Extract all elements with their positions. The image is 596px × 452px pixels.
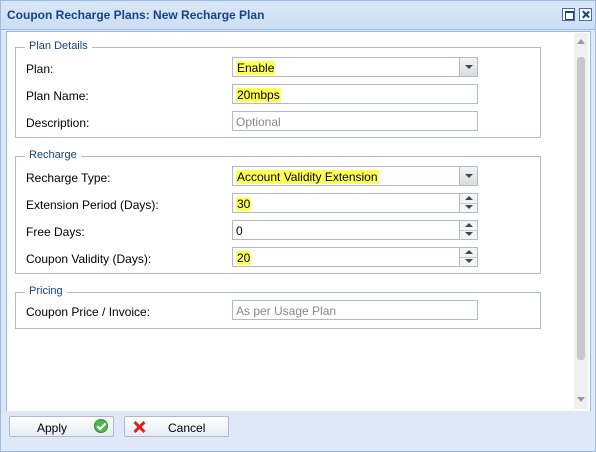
check-circle-icon xyxy=(94,419,108,433)
free-days-label: Free Days: xyxy=(26,225,85,239)
plan-name-value: 20mbps xyxy=(236,88,281,102)
spin-down-icon[interactable] xyxy=(460,257,477,266)
spinner xyxy=(459,194,477,212)
close-icon[interactable] xyxy=(579,8,592,21)
plan-label: Plan: xyxy=(26,62,54,76)
plan-select[interactable]: Enable xyxy=(232,57,478,77)
scroll-down-icon[interactable] xyxy=(577,397,585,402)
spin-down-icon[interactable] xyxy=(460,230,477,239)
window-title: Coupon Recharge Plans: New Recharge Plan xyxy=(7,8,265,22)
description-input[interactable]: Optional xyxy=(232,111,478,131)
chevron-down-icon[interactable] xyxy=(459,167,477,185)
cancel-button[interactable]: Cancel xyxy=(124,416,229,437)
footer-toolbar: Apply Cancel xyxy=(1,411,595,451)
description-placeholder: Optional xyxy=(236,115,281,129)
free-days-value: 0 xyxy=(236,224,243,238)
recharge-type-label: Recharge Type: xyxy=(26,171,111,185)
coupon-price-label: Coupon Price / Invoice: xyxy=(26,305,151,319)
spinner xyxy=(459,221,477,239)
description-label: Description: xyxy=(26,116,90,130)
extension-period-value: 30 xyxy=(236,197,252,211)
plan-details-legend: Plan Details xyxy=(25,40,92,52)
maximize-icon[interactable] xyxy=(562,8,575,21)
coupon-validity-label: Coupon Validity (Days): xyxy=(26,252,152,266)
free-days-stepper[interactable]: 0 xyxy=(232,220,478,240)
coupon-price-placeholder: As per Usage Plan xyxy=(236,304,337,318)
extension-period-label: Extension Period (Days): xyxy=(26,198,159,212)
pricing-fieldset: Pricing Coupon Price / Invoice: As per U… xyxy=(15,285,541,329)
coupon-validity-stepper[interactable]: 20 xyxy=(232,247,478,267)
cancel-button-label: Cancel xyxy=(168,421,206,435)
close-x-icon xyxy=(132,420,146,434)
plan-name-label: Plan Name: xyxy=(26,89,89,103)
extension-period-stepper[interactable]: 30 xyxy=(232,193,478,213)
chevron-down-icon[interactable] xyxy=(459,58,477,76)
coupon-validity-value: 20 xyxy=(236,251,252,265)
recharge-fieldset: Recharge Recharge Type: Account Validity… xyxy=(15,149,541,274)
spinner xyxy=(459,248,477,266)
recharge-type-value: Account Validity Extension xyxy=(236,170,379,184)
spin-down-icon[interactable] xyxy=(460,203,477,212)
title-bar[interactable]: Coupon Recharge Plans: New Recharge Plan xyxy=(1,1,595,30)
pricing-legend: Pricing xyxy=(25,285,67,297)
scroll-up-icon[interactable] xyxy=(577,39,585,44)
apply-button[interactable]: Apply xyxy=(9,416,114,437)
plan-select-value: Enable xyxy=(236,61,276,75)
coupon-price-input[interactable]: As per Usage Plan xyxy=(232,300,478,320)
plan-name-input[interactable]: 20mbps xyxy=(232,84,478,104)
apply-button-label: Apply xyxy=(37,421,68,435)
form-body: Plan Details Plan: Enable Plan Name: 20m… xyxy=(6,31,591,413)
recharge-type-select[interactable]: Account Validity Extension xyxy=(232,166,478,186)
vertical-scrollbar[interactable] xyxy=(574,33,588,409)
plan-details-fieldset: Plan Details Plan: Enable Plan Name: 20m… xyxy=(15,40,541,138)
dialog-window: Coupon Recharge Plans: New Recharge Plan… xyxy=(0,0,596,452)
recharge-legend: Recharge xyxy=(25,149,81,161)
scroll-thumb[interactable] xyxy=(577,57,585,360)
